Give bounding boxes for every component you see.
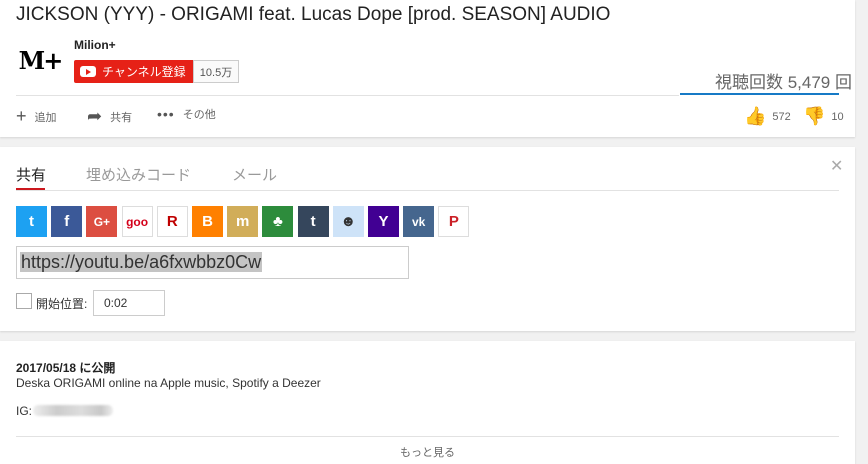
divider [16,190,839,191]
thumbs-down-icon: 👎 [803,106,826,126]
tab-embed[interactable]: 埋め込みコード [86,164,191,185]
dislike-button[interactable]: 👎 10 [803,106,844,127]
dislike-count: 10 [831,110,844,123]
add-label: 追加 [34,111,57,124]
vk-share-icon[interactable]: vk [403,206,435,237]
tab-email[interactable]: メール [232,164,277,185]
description-text: Deska ORIGAMI online na Apple music, Spo… [16,376,321,390]
yahoo-share-icon[interactable]: Y [368,206,399,237]
share-button[interactable]: ➦ 共有 [87,106,132,127]
share-arrow-icon: ➦ [87,106,103,126]
more-label: その他 [182,109,216,121]
share-url-text: https://youtu.be/a6fxwbbz0Cw [20,252,263,272]
start-time-label: 開始位置: [36,297,88,311]
tumblr-share-icon[interactable]: t [297,206,329,237]
google-plus-share-icon[interactable]: G+ [86,206,118,237]
start-time-input[interactable]: 0:02 [93,290,165,316]
like-button[interactable]: 👍 572 [744,106,791,127]
youtube-icon [80,66,96,77]
goo-share-icon[interactable]: goo [121,206,153,237]
blogger-share-icon[interactable]: B [192,206,223,237]
like-ratio-bar [680,93,839,95]
subscriber-count: 10.5万 [193,60,239,83]
twitter-share-icon[interactable]: t [16,206,47,237]
tab-share[interactable]: 共有 [16,164,46,185]
close-icon[interactable]: ✕ [830,156,843,176]
divider [16,95,679,96]
publish-date: 2017/05/18 に公開 [16,361,116,375]
reddit-share-icon[interactable]: ☻ [332,206,364,237]
ameba-share-icon[interactable]: ♣ [262,206,294,237]
pinterest-share-icon[interactable]: P [438,206,470,237]
video-title: JICKSON (YYY) - ORIGAMI feat. Lucas Dope… [16,4,611,25]
plus-icon: + [16,106,27,126]
divider [16,436,839,437]
channel-name[interactable]: Milion+ [74,38,116,52]
subscribe-label: チャンネル登録 [102,65,186,79]
show-more-button[interactable]: もっと見る [0,444,855,460]
thumbs-up-icon: 👍 [744,106,767,126]
add-button[interactable]: + 追加 [16,106,57,127]
share-label: 共有 [110,111,133,124]
ig-label: IG: [16,404,33,418]
channel-avatar[interactable]: M+ [16,42,64,78]
like-count: 572 [772,110,791,123]
more-dots-icon: ••• [157,106,175,122]
more-button[interactable]: ••• その他 [157,106,216,122]
mixi-share-icon[interactable]: m [227,206,259,237]
view-count: 視聴回数 5,479 回 [715,73,852,92]
share-url-field[interactable]: https://youtu.be/a6fxwbbz0Cw [16,246,409,279]
start-time-checkbox[interactable] [16,293,32,309]
facebook-share-icon[interactable]: f [51,206,83,237]
rakuten-share-icon[interactable]: R [156,206,188,237]
redacted-handle [33,405,113,416]
subscribe-button[interactable]: チャンネル登録 [74,60,193,83]
